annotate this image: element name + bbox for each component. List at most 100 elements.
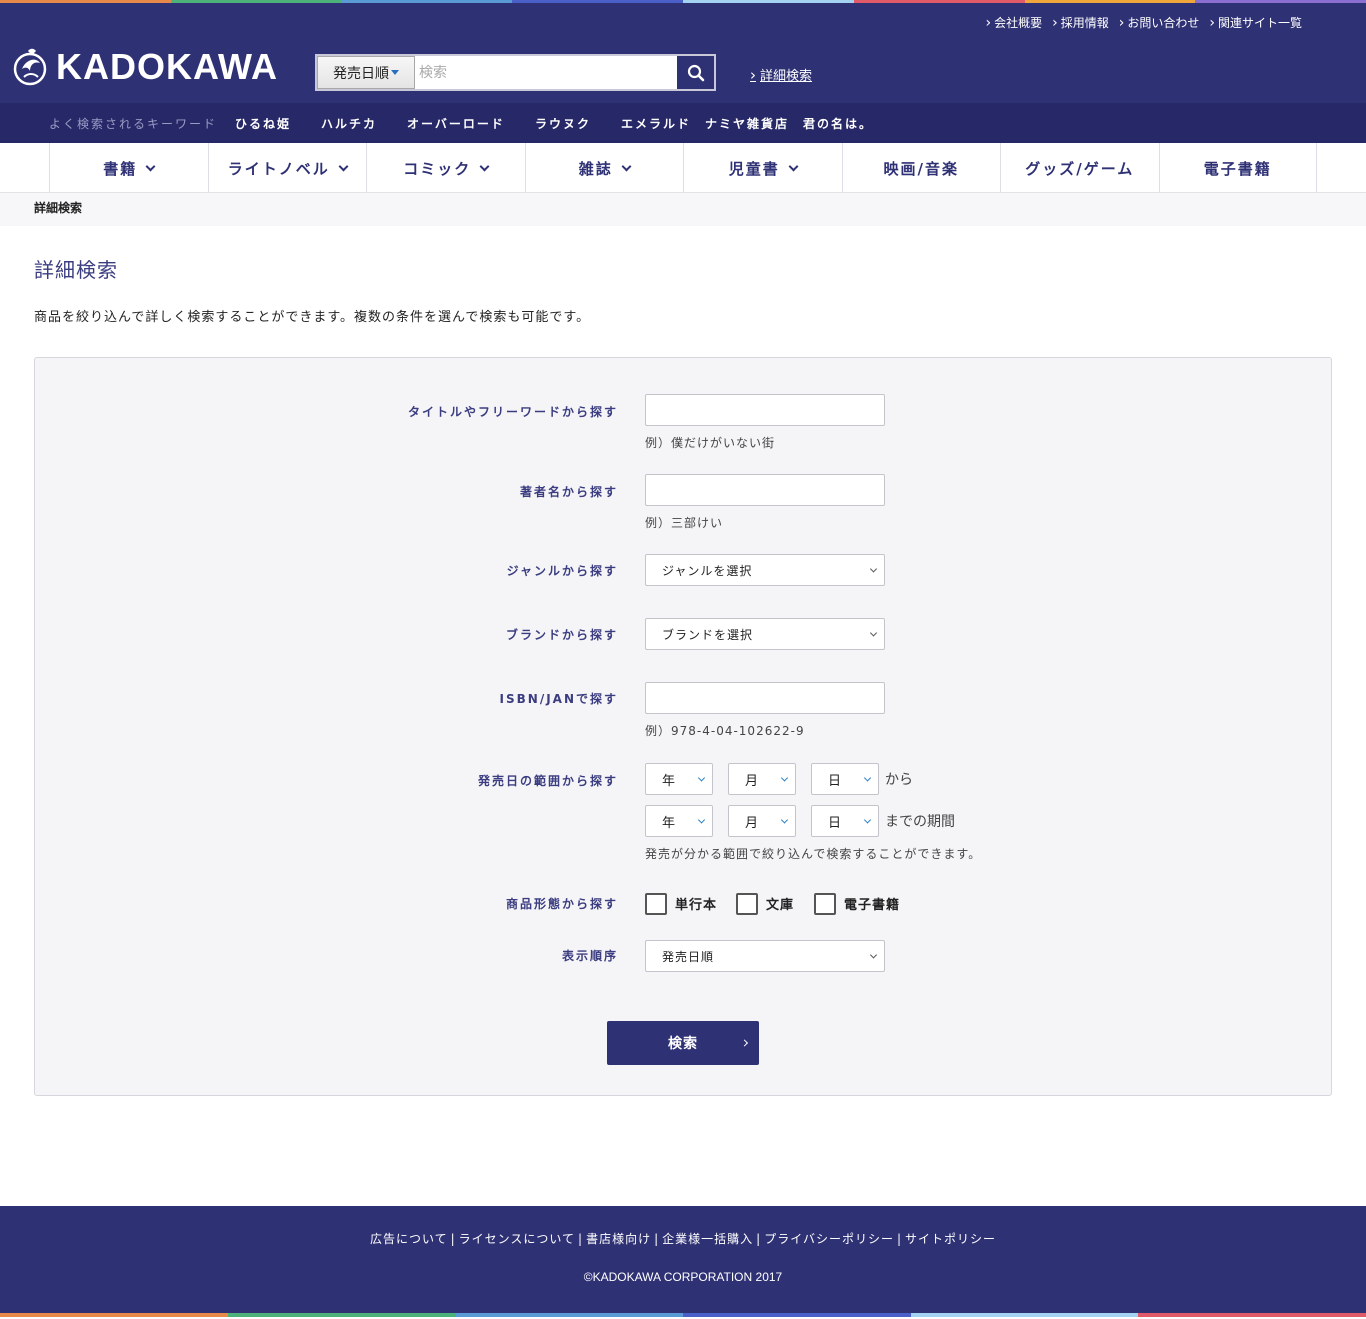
date-to-month-select[interactable]: 月 — [728, 805, 796, 837]
format-label: 商品形態から探す — [505, 897, 618, 911]
format-option-label: 単行本 — [675, 898, 718, 913]
sort-order-value: 発売日順 — [662, 949, 715, 964]
date-to-day-select[interactable]: 日 — [811, 805, 879, 837]
chevron-right-icon — [740, 1039, 749, 1047]
main-category-nav: 書籍 ライトノベル コミック 雑誌 児童書 映画/音楽 グッズ/ゲーム 電子書籍 — [0, 143, 1366, 193]
search-button[interactable] — [677, 56, 714, 89]
search-sort-label: 発売日順 — [333, 65, 389, 82]
footer-link-bulk-purchase[interactable]: 企業様一括購入 — [662, 1232, 753, 1246]
sort-order-select[interactable]: 発売日順 — [645, 940, 885, 972]
brand-label: ブランドから探す — [505, 628, 618, 642]
title-freeword-input[interactable] — [645, 394, 885, 426]
footer-link-site-policy[interactable]: サイトポリシー — [905, 1232, 996, 1246]
page-title: 詳細検索 — [34, 258, 118, 282]
search-submit-button[interactable]: 検索 — [607, 1021, 759, 1065]
brand-select-value: ブランドを選択 — [662, 627, 754, 642]
brand-select[interactable]: ブランドを選択 — [645, 618, 885, 650]
keyword-link[interactable]: ひるね姫 — [235, 115, 291, 132]
date-to-year-value: 年 — [662, 815, 677, 831]
author-label: 著者名から探す — [519, 485, 618, 499]
date-from-year-value: 年 — [662, 773, 677, 789]
copyright: ©KADOKAWA CORPORATION 2017 — [583, 1270, 783, 1284]
advanced-search-form: タイトルやフリーワードから探す 例）僕だけがいない街 著者名から探す 例）三部け… — [34, 357, 1332, 1096]
page-description: 商品を絞り込んで詳しく検索することができます。複数の条件を選んで検索も可能です。 — [34, 310, 591, 325]
search-box: 発売日順 — [315, 54, 716, 91]
nav-item-label: 電子書籍 — [1203, 159, 1272, 178]
format-option-label: 文庫 — [766, 898, 795, 913]
nav-item-children-books[interactable]: 児童書 — [683, 143, 842, 193]
date-from-day-select[interactable]: 日 — [811, 763, 879, 795]
footer-link-privacy[interactable]: プライバシーポリシー — [764, 1232, 894, 1246]
utility-links: 会社概要 採用情報 お問い合わせ 関連サイト一覧 — [986, 14, 1302, 31]
isbn-hint: 例）978-4-04-102622-9 — [645, 724, 805, 738]
logo-wordmark: KADOKAWA — [56, 46, 278, 87]
util-link-company[interactable]: 会社概要 — [986, 14, 1042, 31]
date-from-day-value: 日 — [828, 773, 843, 789]
chevron-down-icon — [621, 161, 632, 171]
footer-link-advertising[interactable]: 広告について — [370, 1232, 448, 1246]
footer-links: 広告について | ライセンスについて | 書店様向け | 企業様一括購入 | プライバシーポリシ… — [369, 1232, 997, 1246]
popular-keywords-label: よく検索されるキーワード — [49, 116, 218, 131]
keyword-link[interactable]: ハルチカ — [321, 115, 377, 132]
dropdown-triangle-icon — [391, 70, 399, 75]
bottom-color-stripe — [0, 1313, 1366, 1317]
title-freeword-hint: 例）僕だけがいない街 — [645, 436, 776, 450]
util-link-recruit[interactable]: 採用情報 — [1052, 14, 1109, 31]
date-to-suffix: までの期間 — [885, 814, 955, 830]
nav-item-books[interactable]: 書籍 — [49, 143, 208, 193]
search-input[interactable] — [415, 56, 677, 89]
nav-item-label: コミック — [403, 159, 472, 178]
site-logo[interactable]: KADOKAWA — [12, 46, 278, 88]
search-sort-dropdown[interactable]: 発売日順 — [317, 56, 415, 89]
isbn-label: ISBN/JANで探す — [499, 692, 618, 706]
keyword-link[interactable]: ラウヌク — [535, 115, 591, 132]
format-checkbox-tankobon[interactable] — [645, 893, 667, 915]
author-input[interactable] — [645, 474, 885, 506]
util-link-contact[interactable]: お問い合わせ — [1119, 14, 1199, 31]
nav-item-light-novels[interactable]: ライトノベル — [207, 143, 367, 193]
nav-item-movies-music[interactable]: 映画/音楽 — [841, 143, 1001, 193]
popular-keywords-bar: よく検索されるキーワード ひるね姫 ハルチカ オーバーロード ラウヌク エメラル… — [0, 103, 1366, 143]
date-from-year-select[interactable]: 年 — [645, 763, 713, 795]
genre-label: ジャンルから探す — [506, 564, 618, 578]
chevron-down-icon — [338, 161, 349, 171]
nav-item-label: 映画/音楽 — [883, 159, 959, 178]
footer-link-license[interactable]: ライセンスについて — [459, 1232, 575, 1246]
isbn-input[interactable] — [645, 682, 885, 714]
chevron-down-icon — [697, 816, 706, 824]
author-hint: 例）三部けい — [645, 516, 724, 530]
chevron-down-icon — [869, 629, 878, 637]
keyword-link[interactable]: 君の名は。 — [803, 115, 873, 132]
sort-order-label: 表示順序 — [561, 949, 618, 963]
genre-select[interactable]: ジャンルを選択 — [645, 554, 885, 586]
genre-select-value: ジャンルを選択 — [662, 563, 753, 578]
date-from-suffix: から — [885, 772, 913, 788]
date-range-hint: 発売が分かる範囲で絞り込んで検索することができます。 — [645, 847, 982, 861]
chevron-down-icon — [788, 161, 799, 171]
date-to-month-value: 月 — [745, 815, 760, 831]
date-from-month-value: 月 — [745, 773, 760, 789]
nav-item-ebooks[interactable]: 電子書籍 — [1158, 143, 1317, 193]
nav-item-label: ライトノベル — [227, 159, 330, 178]
chevron-down-icon — [145, 161, 156, 171]
keyword-link[interactable]: ナミヤ雑貨店 — [705, 115, 789, 132]
format-checkbox-ebook[interactable] — [814, 893, 836, 915]
nav-item-label: 雑誌 — [578, 159, 613, 178]
date-to-year-select[interactable]: 年 — [645, 805, 713, 837]
nav-item-magazines[interactable]: 雑誌 — [524, 143, 684, 193]
nav-item-label: グッズ/ゲーム — [1025, 159, 1135, 178]
util-link-related-sites[interactable]: 関連サイト一覧 — [1209, 14, 1302, 31]
date-range-label: 発売日の範囲から探す — [477, 774, 618, 788]
date-from-month-select[interactable]: 月 — [728, 763, 796, 795]
keyword-link[interactable]: エメラルド — [621, 115, 691, 132]
nav-item-goods-games[interactable]: グッズ/ゲーム — [1000, 143, 1159, 193]
format-option-label: 電子書籍 — [844, 898, 901, 913]
advanced-search-link[interactable]: 詳細検索 — [750, 65, 812, 84]
title-freeword-label: タイトルやフリーワードから探す — [407, 405, 618, 419]
format-checkbox-bunko[interactable] — [736, 893, 758, 915]
chevron-down-icon — [863, 774, 872, 782]
keyword-link[interactable]: オーバーロード — [407, 115, 505, 132]
chevron-down-icon — [863, 816, 872, 824]
nav-item-comics[interactable]: コミック — [366, 143, 525, 193]
footer-link-bookstores[interactable]: 書店様向け — [586, 1232, 651, 1246]
